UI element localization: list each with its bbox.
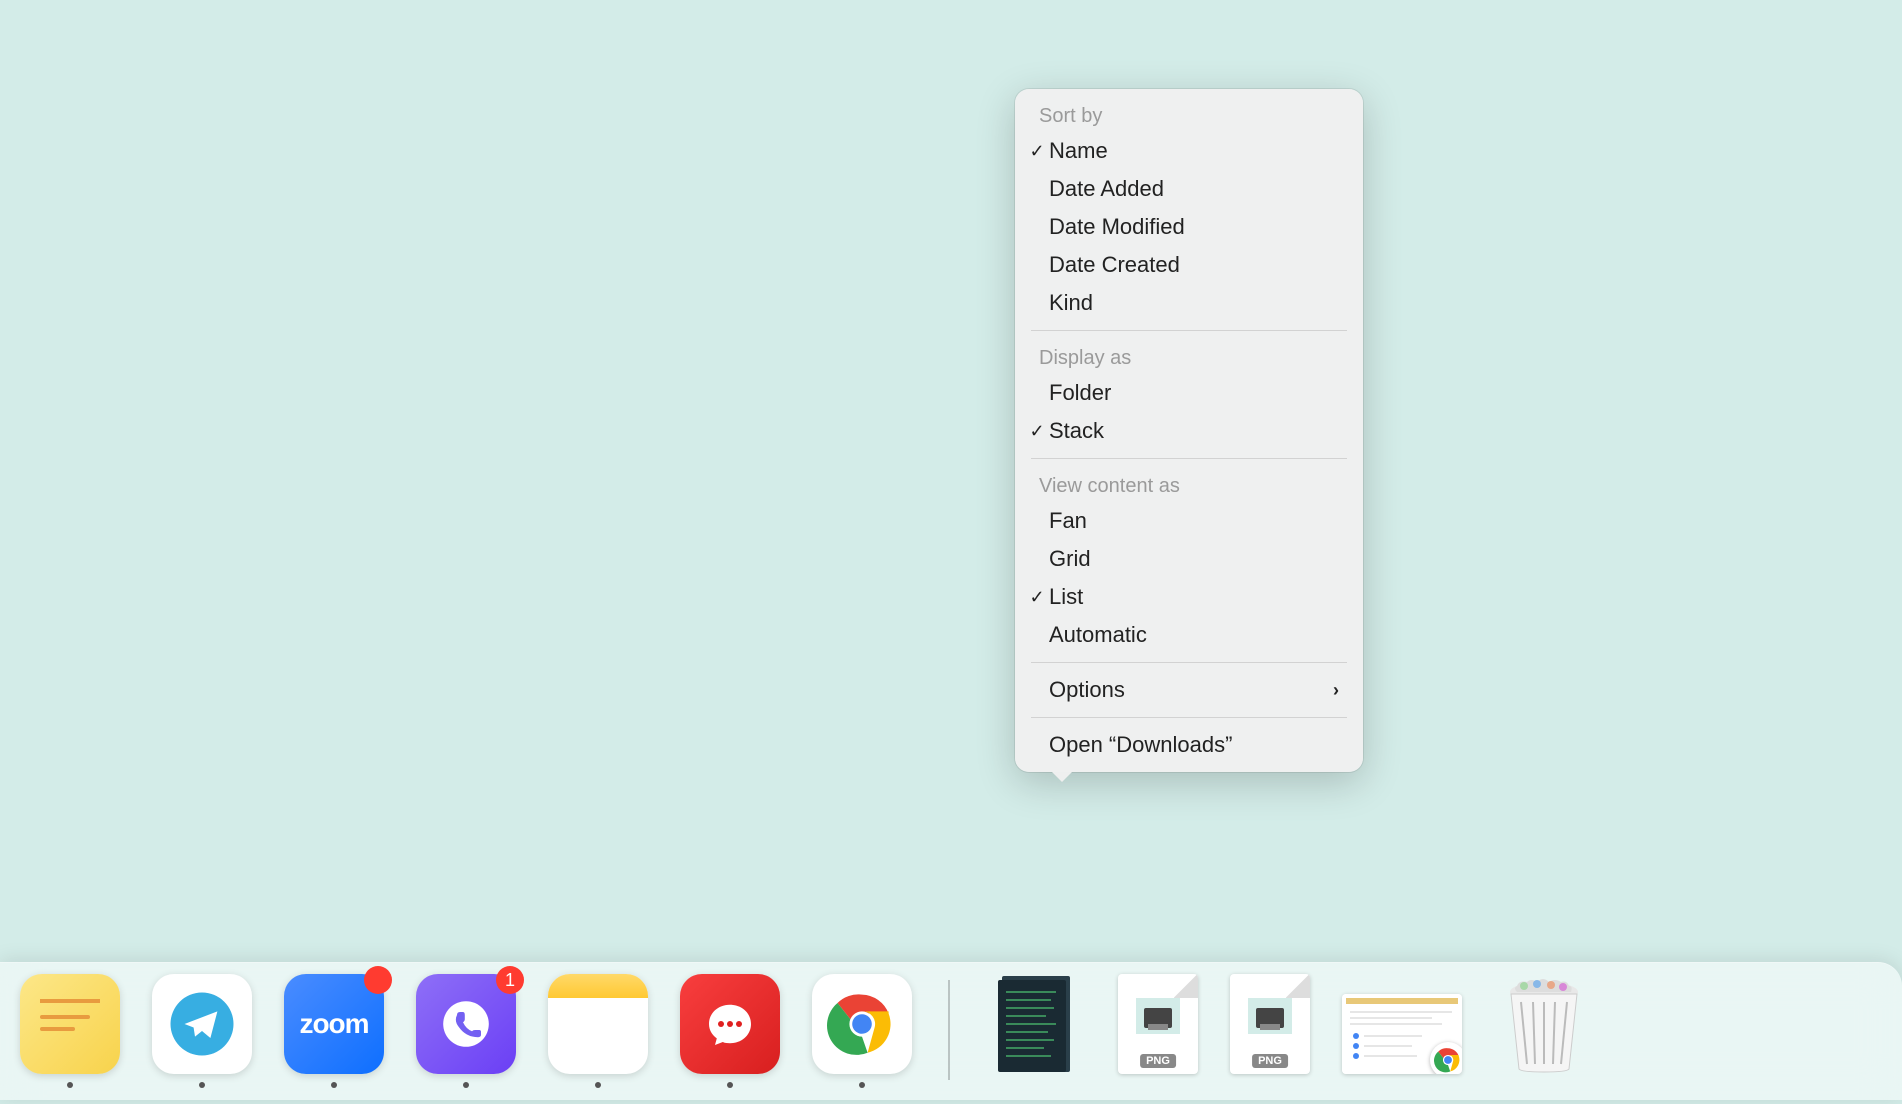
menu-item-label: Name bbox=[1049, 138, 1108, 164]
menu-item-label: Stack bbox=[1049, 418, 1104, 444]
menu-item-grid[interactable]: Grid bbox=[1015, 540, 1363, 578]
menu-separator bbox=[1031, 330, 1347, 331]
dock-trash[interactable] bbox=[1494, 974, 1594, 1088]
menu-item-label: Date Created bbox=[1049, 252, 1180, 278]
menu-item-fan[interactable]: Fan bbox=[1015, 502, 1363, 540]
dock-stack-downloads[interactable] bbox=[986, 974, 1086, 1088]
menu-item-automatic[interactable]: Automatic bbox=[1015, 616, 1363, 654]
running-indicator bbox=[199, 1082, 205, 1088]
document-icon bbox=[1342, 994, 1462, 1074]
notes-icon bbox=[548, 974, 648, 1074]
menu-separator bbox=[1031, 717, 1347, 718]
menu-item-name[interactable]: ✓ Name bbox=[1015, 132, 1363, 170]
menu-section-display-as: Display as bbox=[1015, 339, 1363, 374]
running-indicator bbox=[67, 1082, 73, 1088]
running-indicator bbox=[331, 1082, 337, 1088]
notification-badge bbox=[364, 966, 392, 994]
dock-app-telegram[interactable] bbox=[152, 974, 252, 1088]
dock-stack-chrome-doc[interactable] bbox=[1342, 994, 1462, 1088]
checkmark-icon: ✓ bbox=[1025, 587, 1049, 608]
dock-app-viber[interactable]: 1 bbox=[416, 974, 516, 1088]
dock-context-menu: Sort by ✓ Name Date Added Date Modified … bbox=[1015, 89, 1363, 772]
telegram-icon bbox=[152, 974, 252, 1074]
running-indicator bbox=[859, 1082, 865, 1088]
menu-section-view-content-as: View content as bbox=[1015, 467, 1363, 502]
menu-item-stack[interactable]: ✓ Stack bbox=[1015, 412, 1363, 450]
chrome-icon bbox=[812, 974, 912, 1074]
menu-item-label: Date Modified bbox=[1049, 214, 1185, 240]
menu-item-date-modified[interactable]: Date Modified bbox=[1015, 208, 1363, 246]
viber-icon: 1 bbox=[416, 974, 516, 1074]
menu-item-label: Fan bbox=[1049, 508, 1087, 534]
dock-stack-png-2[interactable]: PNG bbox=[1230, 974, 1310, 1088]
dock-app-stickies[interactable] bbox=[20, 974, 120, 1088]
menu-item-list[interactable]: ✓ List bbox=[1015, 578, 1363, 616]
menu-separator bbox=[1031, 662, 1347, 663]
menu-item-label: Grid bbox=[1049, 546, 1091, 572]
menu-item-date-added[interactable]: Date Added bbox=[1015, 170, 1363, 208]
menu-item-label: Options bbox=[1049, 677, 1125, 703]
checkmark-icon: ✓ bbox=[1025, 421, 1049, 442]
menu-item-kind[interactable]: Kind bbox=[1015, 284, 1363, 322]
chrome-badge-icon bbox=[1430, 1042, 1462, 1074]
messenger-icon bbox=[680, 974, 780, 1074]
running-indicator bbox=[463, 1082, 469, 1088]
dock-app-messenger[interactable] bbox=[680, 974, 780, 1088]
dock-separator bbox=[948, 980, 950, 1080]
dock-stack-png-1[interactable]: PNG bbox=[1118, 974, 1198, 1088]
png-file-icon: PNG bbox=[1118, 974, 1198, 1074]
notification-badge: 1 bbox=[496, 966, 524, 994]
menu-item-label: List bbox=[1049, 584, 1083, 610]
dock-app-chrome[interactable] bbox=[812, 974, 912, 1088]
png-file-icon: PNG bbox=[1230, 974, 1310, 1074]
menu-separator bbox=[1031, 458, 1347, 459]
dock-app-notes[interactable] bbox=[548, 974, 648, 1088]
file-type-label: PNG bbox=[1252, 1054, 1288, 1068]
running-indicator bbox=[727, 1082, 733, 1088]
menu-item-date-created[interactable]: Date Created bbox=[1015, 246, 1363, 284]
menu-item-open-downloads[interactable]: Open “Downloads” bbox=[1015, 726, 1363, 764]
menu-section-sort-by: Sort by bbox=[1015, 97, 1363, 132]
menu-item-label: Folder bbox=[1049, 380, 1111, 406]
dock: zoom 1 bbox=[0, 962, 1902, 1100]
stickies-icon bbox=[20, 974, 120, 1074]
zoom-icon: zoom bbox=[284, 974, 384, 1074]
running-indicator bbox=[595, 1082, 601, 1088]
trash-icon bbox=[1494, 974, 1594, 1074]
menu-item-label: Open “Downloads” bbox=[1049, 732, 1232, 758]
text-file-icon bbox=[986, 974, 1086, 1074]
dock-app-zoom[interactable]: zoom bbox=[284, 974, 384, 1088]
file-type-label: PNG bbox=[1140, 1054, 1176, 1068]
menu-item-folder[interactable]: Folder bbox=[1015, 374, 1363, 412]
menu-item-label: Automatic bbox=[1049, 622, 1147, 648]
checkmark-icon: ✓ bbox=[1025, 141, 1049, 162]
menu-item-label: Date Added bbox=[1049, 176, 1164, 202]
menu-item-options[interactable]: Options › bbox=[1015, 671, 1363, 709]
menu-item-label: Kind bbox=[1049, 290, 1093, 316]
chevron-right-icon: › bbox=[1333, 680, 1339, 701]
